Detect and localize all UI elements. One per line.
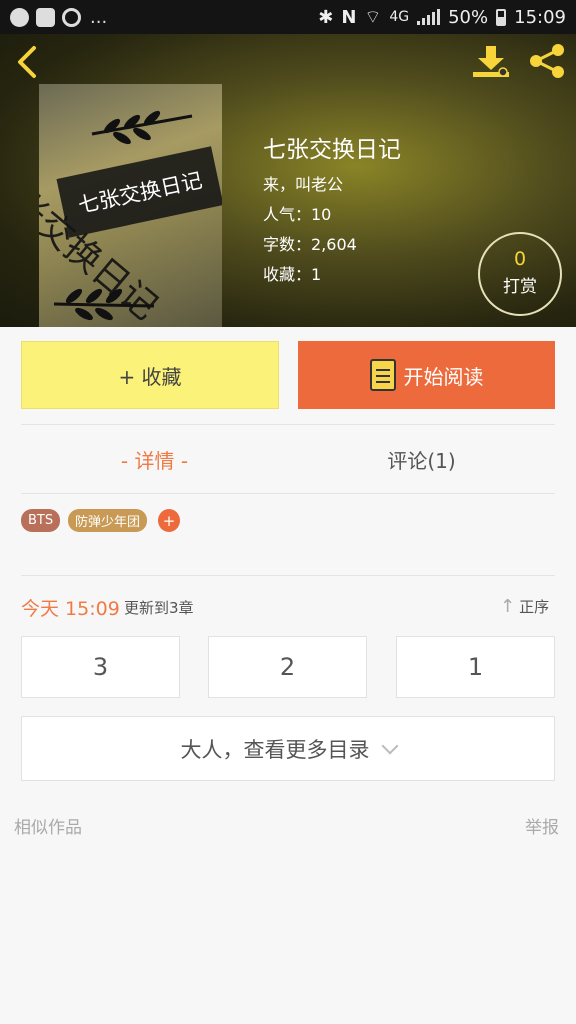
book-favorites: 收藏：1 — [263, 265, 322, 284]
network-type: 4G — [389, 9, 410, 25]
sync-notification-icon — [62, 7, 81, 27]
report-link[interactable]: 举报 — [525, 813, 559, 838]
nfc-icon: N — [341, 6, 357, 28]
bluetooth-icon: ✱ — [318, 6, 334, 28]
chevron-left-icon — [18, 46, 36, 78]
book-popularity: 人气：10 — [263, 205, 332, 224]
download-icon — [473, 46, 509, 77]
battery-percent: 50% — [448, 6, 489, 28]
start-reading-label: 开始阅读 — [403, 364, 484, 389]
cover-title-box: 七张交换日记 — [56, 146, 222, 238]
download-button[interactable] — [470, 42, 514, 80]
sogou-notification-icon — [36, 7, 55, 27]
status-bar: ... ✱ N ⌔ 4G 50% 15:09 — [0, 0, 576, 34]
similar-works-heading: 相似作品 — [14, 818, 82, 838]
battery-icon — [496, 8, 507, 26]
chapter-item[interactable]: 1 — [396, 636, 555, 698]
tab-details[interactable]: - 详情 - — [21, 426, 288, 492]
tag-bangtan[interactable]: 防弹少年团 — [68, 509, 148, 532]
more-notifications: ... — [90, 6, 108, 28]
leaf-decoration-icon — [91, 110, 193, 145]
sort-order-label: 正序 — [519, 597, 550, 616]
book-author[interactable]: 来，叫老公 — [263, 171, 343, 195]
divider — [21, 424, 555, 425]
tip-count: 0 — [513, 248, 527, 270]
add-tag-button[interactable]: + — [158, 509, 180, 532]
book-icon — [369, 359, 396, 391]
tab-comments[interactable]: 评论(1) — [288, 426, 555, 492]
share-icon — [530, 44, 564, 78]
book-header: 张交换日记 七张交换日记 七张交换日记 来，叫老公 人气：10 字数：2,604… — [0, 34, 576, 327]
update-time: 今天 15:09 — [21, 598, 120, 620]
chapter-item[interactable]: 3 — [21, 636, 180, 698]
arrow-up-icon: ↑ — [500, 595, 516, 617]
clock: 15:09 — [514, 6, 566, 28]
tip-button[interactable]: 0 打赏 — [478, 232, 562, 316]
cover-title: 七张交换日记 — [76, 168, 205, 218]
app-notification-icon — [10, 7, 29, 27]
add-favorite-button[interactable]: + 收藏 — [21, 341, 279, 409]
back-button[interactable] — [12, 42, 42, 82]
tag-bts[interactable]: BTS — [21, 509, 61, 532]
wifi-icon: ⌔ — [364, 6, 382, 28]
more-catalog-button[interactable]: 大人，查看更多目录 — [21, 716, 555, 781]
add-favorite-label: + 收藏 — [118, 364, 182, 389]
chapter-item[interactable]: 2 — [208, 636, 367, 698]
sort-order-button[interactable]: ↑ 正序 — [500, 594, 549, 618]
start-reading-button[interactable]: 开始阅读 — [298, 341, 555, 409]
book-cover[interactable]: 张交换日记 七张交换日记 — [39, 84, 222, 327]
more-catalog-label: 大人，查看更多目录 — [180, 737, 370, 762]
divider — [21, 575, 555, 576]
divider — [21, 493, 555, 494]
signal-icon — [417, 9, 441, 25]
update-chapter: 更新到3章 — [124, 599, 194, 617]
tip-label: 打赏 — [503, 277, 537, 297]
book-title: 七张交换日记 — [263, 137, 401, 163]
share-button[interactable] — [526, 42, 568, 80]
book-word-count: 字数：2,604 — [263, 235, 357, 254]
chevron-down-icon — [381, 737, 398, 754]
